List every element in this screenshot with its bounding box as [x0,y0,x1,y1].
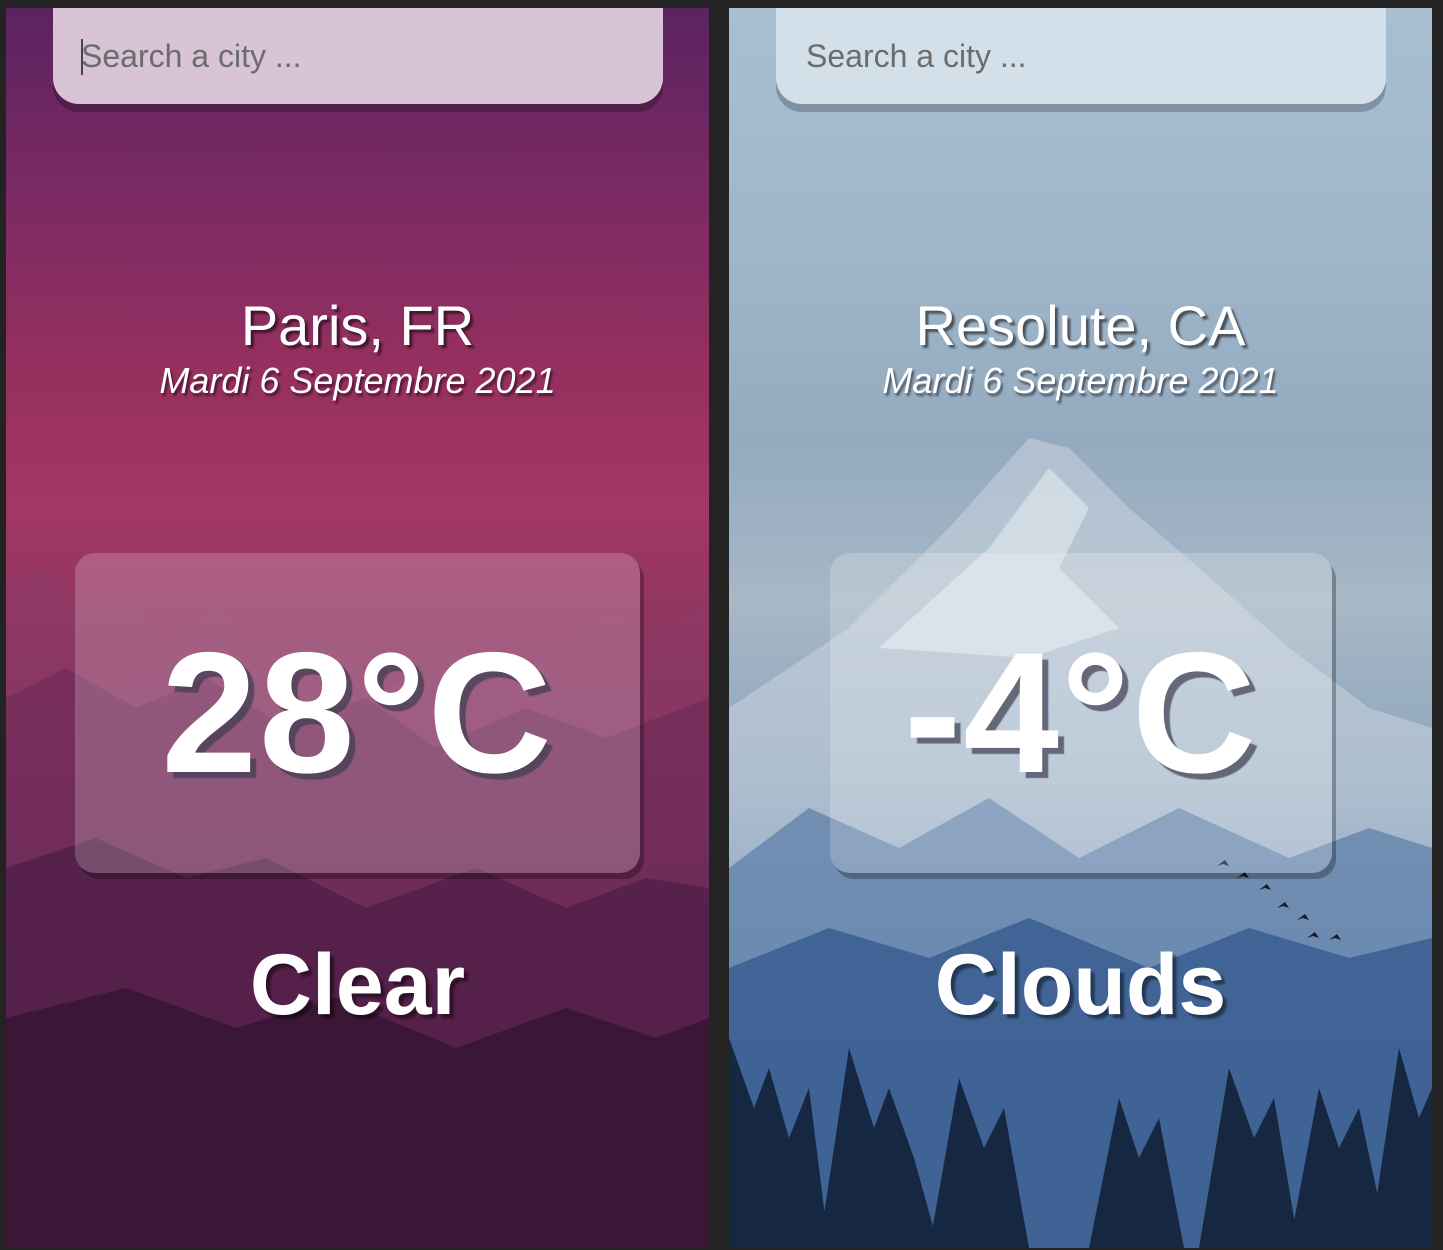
weather-condition: Clouds [934,937,1227,1033]
search-bar [53,8,663,104]
text-caret [81,39,83,75]
temperature-card: -4°C [830,553,1332,873]
search-bar [776,8,1386,104]
temperature-value: -4°C [904,617,1258,809]
temperature-value: 28°C [161,617,554,809]
weather-panel-paris: Paris, FR Mardi 6 Septembre 2021 28°C Cl… [6,8,709,1248]
location-title: Resolute, CA [915,294,1246,357]
weather-condition: Clear [249,937,466,1033]
search-input[interactable] [53,26,663,86]
date-label: Mardi 6 Septembre 2021 [159,360,556,401]
temperature-card: 28°C [75,553,640,873]
weather-panel-resolute: Resolute, CA Mardi 6 Septembre 2021 -4°C… [729,8,1432,1248]
search-input[interactable] [776,26,1386,86]
location-title: Paris, FR [240,294,475,357]
date-label: Mardi 6 Septembre 2021 [882,360,1279,401]
